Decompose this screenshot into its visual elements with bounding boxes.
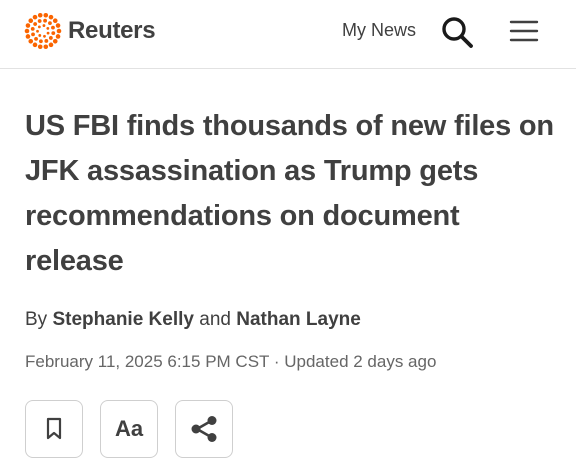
author-link-1[interactable]: Stephanie Kelly [52, 309, 194, 330]
article-headline: US FBI finds thousands of new files on J… [25, 110, 554, 277]
my-news-link[interactable]: My News [342, 20, 416, 41]
dateline: February 11, 2025 6:15 PM CST · Updated … [25, 352, 436, 372]
updated-time: Updated 2 days ago [284, 352, 437, 371]
search-button[interactable] [440, 15, 474, 49]
reuters-logo[interactable]: Reuters [24, 11, 156, 51]
byline-connector: and [199, 309, 231, 330]
menu-button[interactable] [509, 18, 539, 44]
text-size-label: Aa [114, 416, 144, 441]
share-icon [191, 416, 217, 442]
reuters-dot-ring-icon [24, 12, 62, 50]
byline-prefix: By [25, 309, 48, 330]
hamburger-menu-icon [509, 20, 539, 42]
text-size-button[interactable]: Aa [100, 400, 158, 458]
bookmark-icon [46, 417, 62, 440]
published-date: February 11, 2025 6:15 PM CST [25, 352, 270, 371]
site-header: Reuters My News [0, 0, 576, 69]
bookmark-button[interactable] [25, 400, 83, 458]
search-icon [442, 17, 473, 48]
brand-name: Reuters [68, 17, 156, 44]
dateline-separator: · [273, 352, 280, 371]
share-button[interactable] [175, 400, 233, 458]
byline: By Stephanie Kelly and Nathan Layne [25, 309, 361, 331]
author-link-2[interactable]: Nathan Layne [236, 309, 361, 330]
article-toolbar: Aa [25, 400, 233, 458]
